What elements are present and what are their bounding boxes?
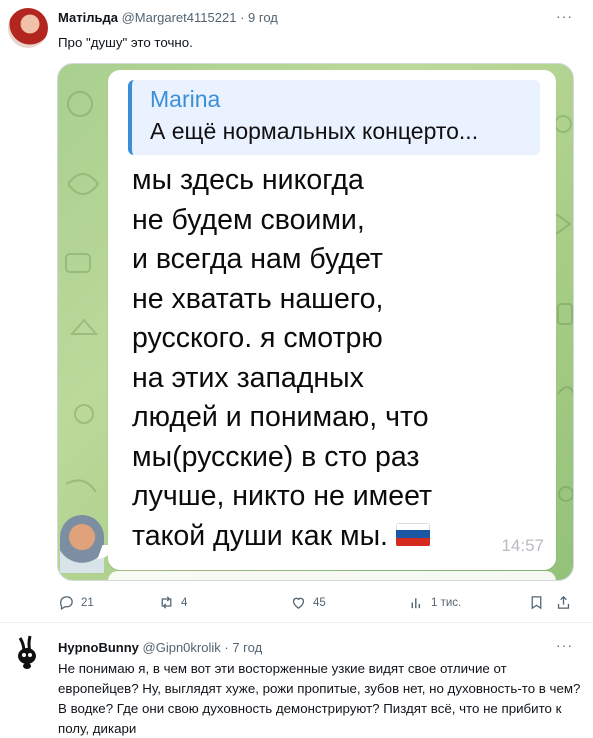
author-name[interactable]: HypnoBunny	[58, 640, 139, 655]
like-button[interactable]: 45	[290, 594, 326, 611]
bookmark-icon	[531, 596, 542, 610]
chat-user-avatar	[60, 515, 104, 573]
bunny-avatar-icon	[8, 632, 48, 672]
chat-message-body: мы здесь никогда не будем своими, и всег…	[132, 164, 433, 552]
tweet-time[interactable]: 9 год	[248, 10, 278, 25]
views-button[interactable]: 1 тис.	[408, 594, 461, 611]
heart-icon	[292, 597, 305, 609]
bookmark-button[interactable]	[528, 594, 545, 611]
quoted-author: Marina	[150, 86, 221, 112]
reply-icon	[60, 596, 73, 611]
views-count: 1 тис.	[431, 596, 462, 609]
reply-count: 21	[81, 596, 94, 609]
tweet-header: HypnoBunny @Gipn0krolik · 7 год	[58, 640, 262, 655]
chat-message-time: 14:57	[501, 536, 544, 555]
flag-stripe-blue	[395, 530, 430, 539]
retweet-icon	[161, 596, 172, 609]
share-button[interactable]	[555, 594, 572, 611]
tweet-text: Не понимаю я, в чем вот эти восторженные…	[58, 661, 581, 736]
reply-button[interactable]: 21	[58, 594, 94, 611]
more-options-icon[interactable]: ···	[556, 637, 573, 653]
retweet-count: 4	[181, 596, 188, 609]
flag-stripe-red	[395, 538, 430, 547]
like-count: 45	[313, 596, 326, 609]
separator: ·	[240, 10, 245, 25]
author-name[interactable]: Матільда	[58, 10, 118, 25]
author-handle[interactable]: @Gipn0krolik	[143, 640, 221, 655]
flag-stripe-white	[395, 522, 430, 531]
russian-flag-emoji-icon	[395, 522, 430, 547]
tweet-actions: 21 4 45 1 тис.	[58, 594, 576, 614]
tweet-media-image[interactable]: Marina А ещё нормальных концерто... мы з…	[57, 63, 574, 581]
tweet-text: Про "душу" это точно.	[58, 35, 193, 50]
quoted-reply: Marina А ещё нормальных концерто...	[128, 80, 540, 155]
tweet-header: Матільда @Margaret4115221 · 9 год	[58, 10, 278, 25]
author-handle[interactable]: @Margaret4115221	[122, 10, 237, 25]
chat-message-text: мы здесь никогда не будем своими, и всег…	[132, 161, 432, 556]
retweet-button[interactable]: 4	[158, 594, 187, 611]
views-chart-icon	[411, 598, 421, 609]
author-avatar[interactable]	[8, 632, 48, 672]
separator: ·	[224, 640, 229, 655]
tweet-time[interactable]: 7 год	[232, 640, 262, 655]
author-avatar[interactable]	[8, 8, 48, 48]
tweet[interactable]: Матільда @Margaret4115221 · 9 год ··· Пр…	[0, 0, 593, 623]
more-options-icon[interactable]: ···	[556, 8, 573, 24]
chat-message-bubble: Marina А ещё нормальных концерто... мы з…	[108, 70, 556, 570]
tweet[interactable]: HypnoBunny @Gipn0krolik · 7 год ··· Не п…	[0, 623, 593, 738]
share-icon	[557, 595, 570, 609]
quoted-text: А ещё нормальных концерто...	[150, 118, 479, 144]
next-bubble-edge	[108, 571, 556, 580]
